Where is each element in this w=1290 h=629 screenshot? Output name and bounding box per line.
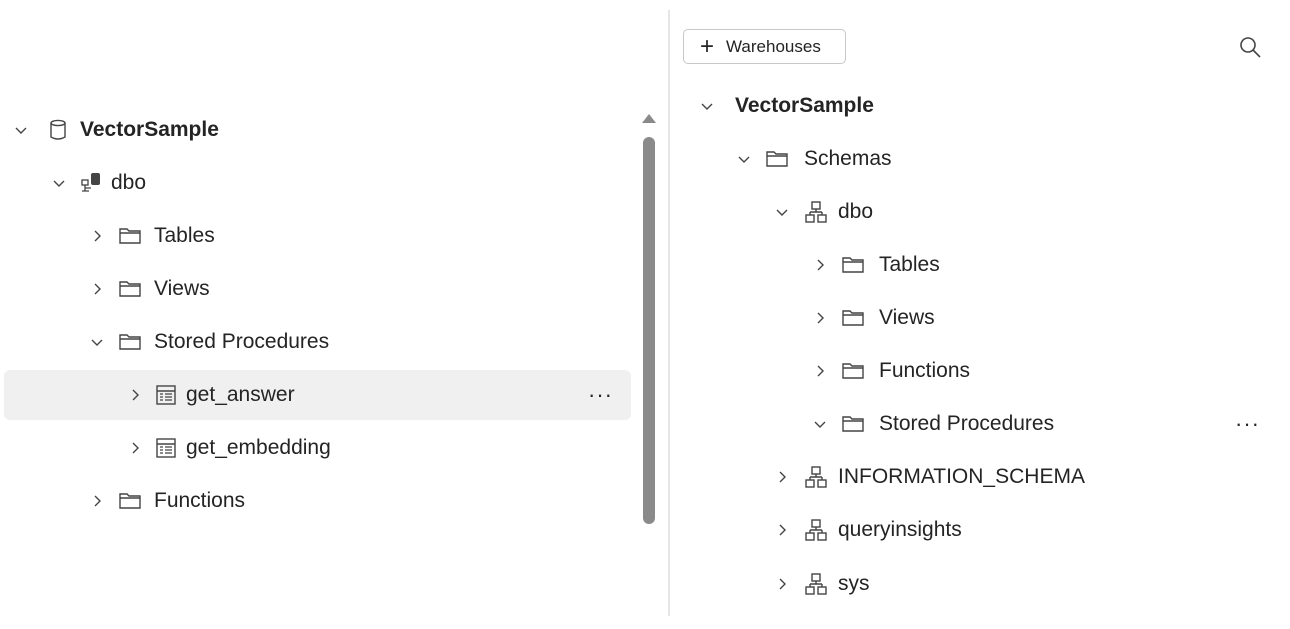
plus-icon: + [700,32,715,60]
folder-icon [116,328,144,356]
folder-icon [839,357,867,385]
chevron-right-icon[interactable] [126,386,144,404]
tree-item-label: Functions [154,489,246,512]
folder-icon [839,304,867,332]
schema-icon [802,570,830,598]
tree-item-dbo[interactable]: dbo [773,192,873,232]
more-options-button[interactable]: ··· [1235,413,1260,435]
tree-item-tables[interactable]: Tables [88,216,215,256]
scrollbar-thumb[interactable] [643,137,655,524]
tree-item-vectorsample[interactable]: VectorSample [698,86,874,126]
tree-item-information-schema[interactable]: INFORMATION_SCHEMA [773,457,1085,497]
tree-item-label: queryinsights [838,518,962,541]
tree-item-queryinsights[interactable]: queryinsights [773,510,962,550]
tree-item-tables[interactable]: Tables [811,245,940,285]
tree-item-schemas[interactable]: Schemas [735,139,892,179]
chevron-down-icon[interactable] [88,333,106,351]
tree-item-functions[interactable]: Functions [811,351,970,391]
tree-item-vectorsample[interactable]: VectorSample [12,110,219,150]
schema-icon [802,198,830,226]
chevron-down-icon[interactable] [50,174,68,192]
folder-icon [116,487,144,515]
chevron-down-icon[interactable] [698,97,716,115]
tree-item-label: Stored Procedures [154,330,330,353]
chevron-right-icon[interactable] [126,439,144,457]
chevron-down-icon[interactable] [811,415,829,433]
tree-item-views[interactable]: Views [88,269,210,309]
tree-item-label: Views [879,306,935,329]
tree-item-sys[interactable]: sys [773,564,870,604]
schema-icon [802,516,830,544]
panel-divider[interactable] [668,10,670,616]
tree-item-label: sys [838,572,870,595]
tree-item-get-embedding[interactable]: get_embedding [126,428,331,468]
tree-item-label: Functions [879,359,971,382]
stored-procedure-icon [152,381,180,409]
chevron-right-icon[interactable] [88,280,106,298]
chevron-right-icon[interactable] [773,575,791,593]
tree-item-label: INFORMATION_SCHEMA [838,465,1085,488]
folder-icon [763,145,791,173]
chevron-right-icon[interactable] [811,256,829,274]
chevron-right-icon[interactable] [773,468,791,486]
tree-item-stored-procedures[interactable]: Stored Procedures [811,404,1054,444]
hover-highlight [4,370,631,420]
tree-item-label: Schemas [804,147,892,170]
more-options-button[interactable]: ··· [588,384,613,406]
tree-item-label: VectorSample [735,94,874,117]
tree-item-label: VectorSample [80,118,219,141]
tree-item-label: Tables [879,253,940,276]
tree-item-functions[interactable]: Functions [88,481,245,521]
tree-item-stored-procedures[interactable]: Stored Procedures [88,322,329,362]
tree-item-views[interactable]: Views [811,298,935,338]
scroll-up-arrow-icon[interactable] [642,114,656,123]
database-icon [44,116,72,144]
add-warehouses-button[interactable]: + Warehouses [683,29,846,64]
folder-icon [116,222,144,250]
folder-icon [839,251,867,279]
tree-item-label: Stored Procedures [879,412,1055,435]
search-icon[interactable] [1237,34,1263,60]
schema-icon [802,463,830,491]
folder-icon [839,410,867,438]
chevron-right-icon[interactable] [811,309,829,327]
tree-item-dbo[interactable]: dbo [50,163,146,203]
tree-item-label: get_embedding [186,436,331,459]
stored-procedure-icon [152,434,180,462]
chevron-down-icon[interactable] [12,121,30,139]
chevron-down-icon[interactable] [735,150,753,168]
tree-item-label: dbo [111,171,147,194]
folder-icon [116,275,144,303]
tree-item-label: Tables [154,224,215,247]
tree-item-label: dbo [838,200,874,223]
chevron-right-icon[interactable] [811,362,829,380]
tree-item-get-answer[interactable]: get_answer [126,375,295,415]
tree-item-label: Views [154,277,210,300]
schema-icon [78,169,106,197]
chevron-right-icon[interactable] [88,492,106,510]
add-warehouses-label: Warehouses [726,36,821,56]
chevron-right-icon[interactable] [773,521,791,539]
tree-item-label: get_answer [186,383,295,406]
chevron-down-icon[interactable] [773,203,791,221]
chevron-right-icon[interactable] [88,227,106,245]
